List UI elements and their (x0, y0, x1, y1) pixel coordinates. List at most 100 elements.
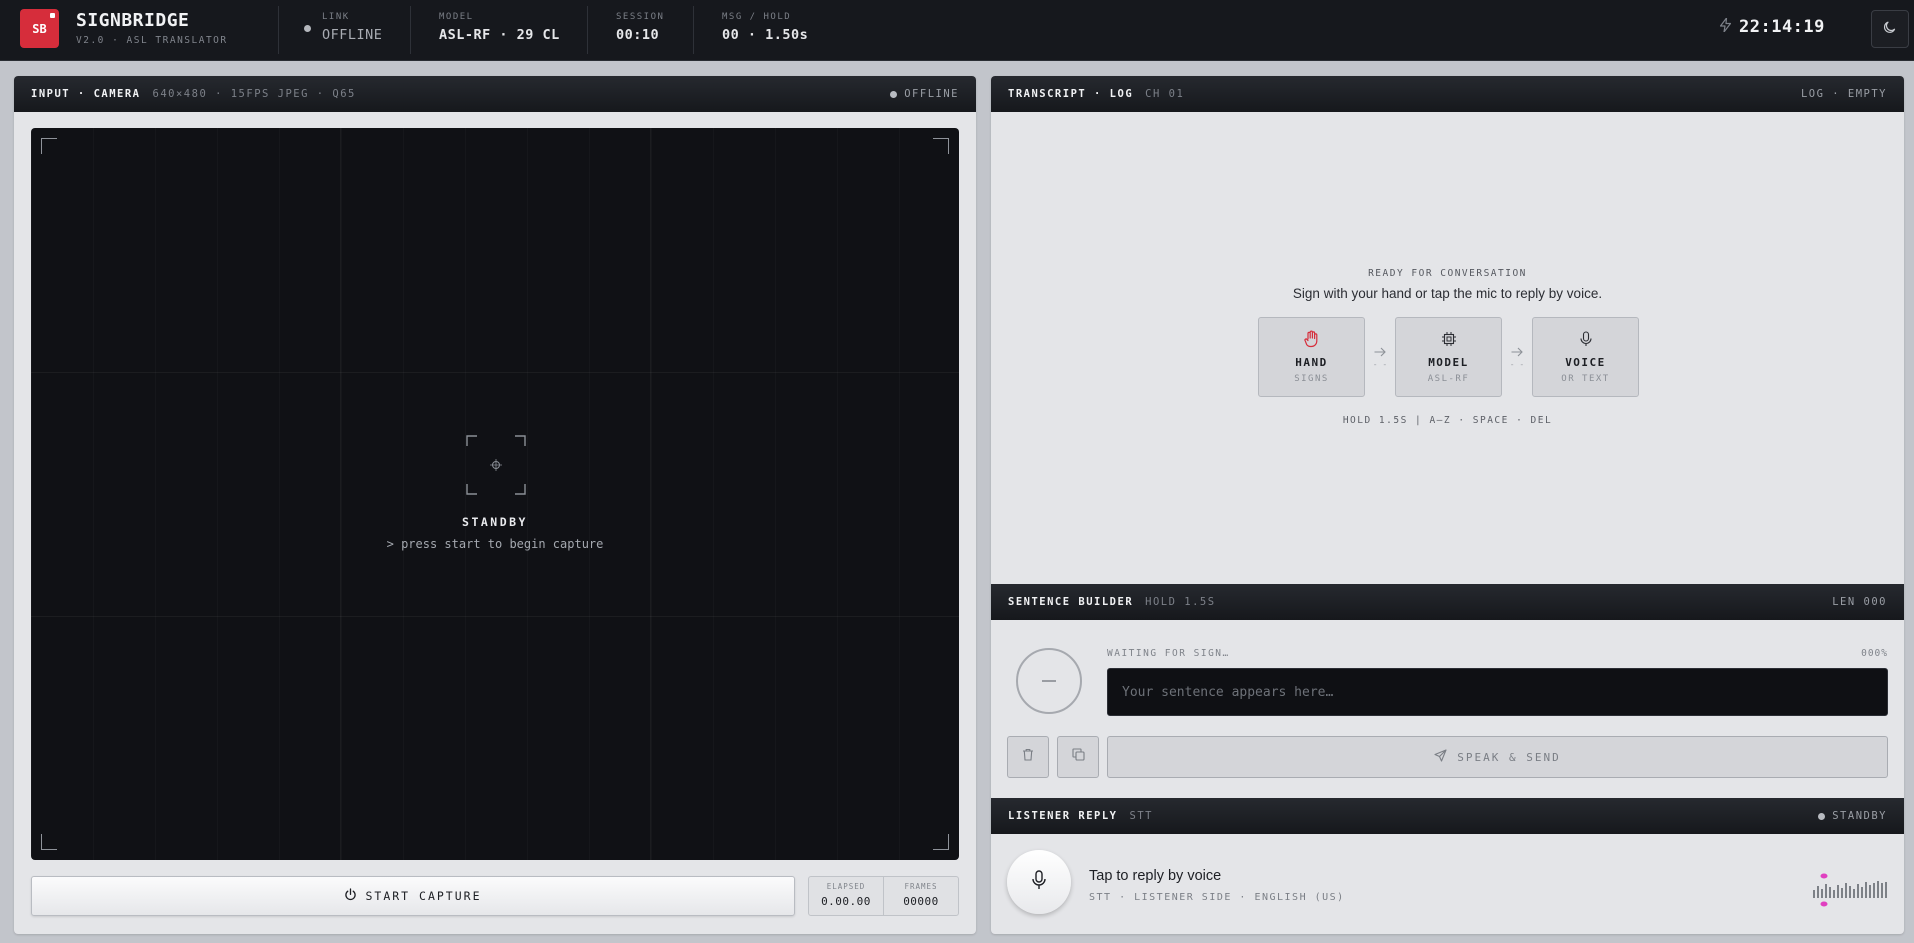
camera-status-text: OFFLINE (904, 88, 959, 100)
msg-hold-status: MSG / HOLD 00 · 1.50s (722, 12, 808, 43)
step-model-name: MODEL (1428, 356, 1469, 369)
app-version: V2.0 · ASL TRANSLATOR (76, 35, 228, 46)
copy-icon (1071, 748, 1085, 766)
logo-text: SB (32, 21, 47, 36)
input-camera-panel: INPUT · CAMERA 640×480 · 15FPS JPEG · Q6… (14, 76, 976, 934)
clock: 22:14:19 (1719, 16, 1825, 37)
start-capture-label: START CAPTURE (365, 889, 482, 903)
divider (410, 6, 411, 54)
voice-reply-mic-button[interactable] (1007, 850, 1071, 914)
sentence-input[interactable] (1107, 668, 1888, 716)
link-status-dot (304, 25, 311, 32)
transcript-panel: TRANSCRIPT · LOG CH 01 LOG · EMPTY READY… (991, 76, 1904, 934)
listener-reply-header: LISTENER REPLY STT STANDBY (991, 798, 1904, 834)
log-status: LOG · EMPTY (1800, 88, 1887, 100)
transcript-panel-title: TRANSCRIPT · LOG (1008, 88, 1134, 100)
app-name: SIGNBRIDGE (76, 10, 190, 31)
step-model: MODEL ASL-RF (1395, 317, 1502, 397)
pipeline-flow: HAND SIGNS - - MODEL ASL-RF - - VOICE OR… (1258, 317, 1639, 397)
sentence-length: LEN 000 (1832, 596, 1887, 608)
audio-level-meter (1813, 873, 1887, 907)
capture-readouts: ELAPSED 0.00.00 FRAMES 00000 (808, 876, 959, 916)
model-status: MODEL ASL-RF · 29 CL (439, 12, 560, 43)
start-capture-button[interactable]: START CAPTURE (31, 876, 795, 916)
step-hand: HAND SIGNS (1258, 317, 1365, 397)
send-icon (1434, 749, 1447, 765)
input-panel-spec: 640×480 · 15FPS JPEG · Q65 (152, 88, 356, 100)
hold-progress-ring (1016, 648, 1082, 714)
chip-icon (1441, 330, 1457, 348)
clear-button[interactable] (1007, 736, 1049, 778)
transcript-channel: CH 01 (1145, 88, 1185, 100)
moon-icon (1883, 20, 1897, 39)
listener-status-text: STANDBY (1832, 810, 1887, 822)
crosshair-icon (466, 435, 526, 495)
step-voice-sub: OR TEXT (1561, 374, 1610, 384)
reply-details: STT · LISTENER SIDE · ENGLISH (US) (1089, 892, 1345, 903)
step-voice-name: VOICE (1565, 356, 1606, 369)
flow-arrow: - - (1502, 346, 1532, 369)
minus-icon (1042, 680, 1056, 682)
status-dot (890, 90, 898, 98)
grid-line (31, 372, 959, 373)
listener-reply-title: LISTENER REPLY (1008, 810, 1118, 822)
mic-icon (1032, 869, 1046, 895)
input-panel-title: INPUT · CAMERA (31, 88, 141, 100)
frames-readout: FRAMES 00000 (883, 877, 958, 915)
ready-title: READY FOR CONVERSATION (1368, 268, 1527, 279)
ready-text: Sign with your hand or tap the mic to re… (1292, 286, 1603, 301)
listener-status: STANDBY (1818, 810, 1887, 822)
elapsed-value: 0.00.00 (821, 895, 871, 908)
clock-time: 22:14:19 (1739, 17, 1825, 37)
step-hand-name: HAND (1295, 356, 1328, 369)
grid-line (650, 128, 651, 860)
frame-corner (933, 834, 949, 850)
speak-send-button[interactable]: SPEAK & SEND (1107, 736, 1888, 778)
theme-toggle-button[interactable] (1871, 10, 1909, 48)
link-label: LINK (322, 12, 350, 22)
gesture-hint: HOLD 1.5S | A–Z · SPACE · DEL (1342, 415, 1553, 426)
arrow-caption: - - (1509, 359, 1525, 369)
sentence-builder-header: SENTENCE BUILDER HOLD 1.5S LEN 000 (991, 584, 1904, 620)
divider (693, 6, 694, 54)
session-label: SESSION (616, 12, 665, 22)
elapsed-readout: ELAPSED 0.00.00 (809, 877, 883, 915)
frames-label: FRAMES (904, 882, 938, 891)
flow-arrow: - - (1365, 346, 1395, 369)
status-dot (1818, 812, 1826, 820)
mic-icon (1579, 330, 1592, 348)
hand-icon (1303, 330, 1320, 348)
divider (587, 6, 588, 54)
session-status: SESSION 00:10 (616, 12, 664, 43)
speak-send-label: SPEAK & SEND (1457, 750, 1561, 764)
transcript-panel-header: TRANSCRIPT · LOG CH 01 LOG · EMPTY (991, 76, 1904, 112)
hold-progress-percent: 000% (1861, 648, 1888, 659)
model-value: ASL-RF · 29 CL (439, 27, 560, 43)
copy-button[interactable] (1057, 736, 1099, 778)
divider (278, 6, 279, 54)
msg-hold-label: MSG / HOLD (722, 12, 792, 22)
bolt-icon (1719, 16, 1732, 37)
camera-viewport: STANDBY > press start to begin capture (31, 128, 959, 860)
listener-mode: STT (1129, 810, 1153, 822)
step-hand-sub: SIGNS (1294, 374, 1329, 384)
model-label: MODEL (439, 12, 474, 22)
arrow-right-icon (1511, 346, 1523, 360)
grid-line (340, 128, 341, 860)
frame-corner (41, 834, 57, 850)
power-icon (344, 888, 357, 904)
trash-icon (1022, 748, 1034, 766)
waiting-status: WAITING FOR SIGN… (1107, 648, 1230, 659)
sentence-builder-title: SENTENCE BUILDER (1008, 596, 1134, 608)
logo-dot (50, 13, 55, 18)
elapsed-label: ELAPSED (826, 882, 866, 891)
camera-status: OFFLINE (890, 88, 959, 100)
logo: SB (20, 9, 59, 48)
standby-hint: > press start to begin capture (386, 537, 604, 551)
reply-prompt: Tap to reply by voice (1089, 868, 1222, 884)
input-panel-header: INPUT · CAMERA 640×480 · 15FPS JPEG · Q6… (14, 76, 976, 112)
arrow-right-icon (1374, 346, 1386, 360)
link-status: LINK OFFLINE (322, 12, 382, 43)
top-bar: SB SIGNBRIDGE V2.0 · ASL TRANSLATOR LINK… (0, 0, 1914, 61)
frames-value: 00000 (903, 895, 939, 908)
